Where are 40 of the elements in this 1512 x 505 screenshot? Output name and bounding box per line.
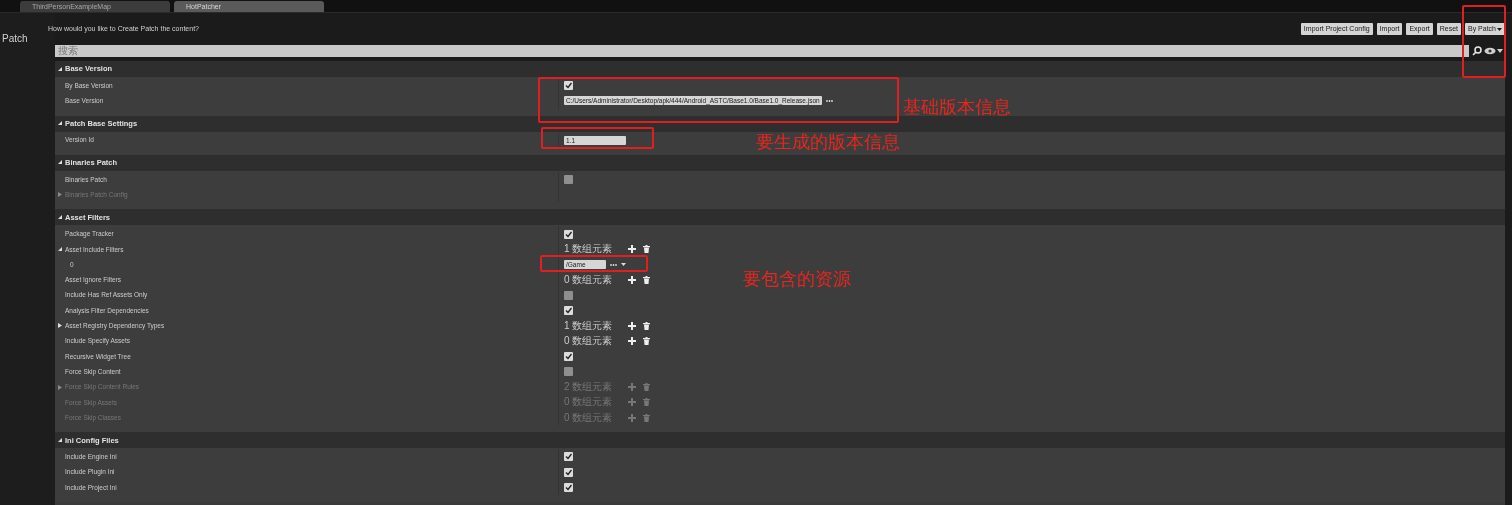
checkbox[interactable] (564, 81, 573, 91)
caret-icon[interactable] (1497, 27, 1502, 31)
browse-button[interactable] (825, 98, 833, 103)
checkbox[interactable] (564, 352, 573, 361)
checkbox[interactable] (564, 467, 573, 477)
panel-title: Patch (2, 33, 28, 44)
expanded-arrow-icon[interactable] (58, 160, 63, 166)
search-field[interactable]: 搜索 (55, 45, 1469, 57)
caret-icon[interactable] (621, 263, 626, 267)
caret-icon[interactable] (1497, 49, 1503, 53)
annotation-note: 要包含的资源 (743, 268, 851, 290)
add-icon[interactable] (628, 337, 636, 346)
element-count: 1 数组元素 (564, 243, 614, 256)
expanded-arrow-icon[interactable] (58, 215, 63, 220)
checkbox[interactable] (564, 229, 573, 239)
expanded-arrow-icon[interactable] (58, 66, 63, 72)
annotation-note: 要生成的版本信息 (756, 131, 900, 153)
trash-icon[interactable] (643, 321, 650, 330)
expanded-arrow-icon[interactable] (58, 437, 63, 443)
checkbox[interactable] (564, 175, 573, 185)
checkbox[interactable] (564, 367, 573, 377)
element-count: 1 数组元素 (564, 319, 614, 332)
checkbox[interactable] (564, 306, 573, 316)
expanded-arrow-icon[interactable] (58, 121, 63, 127)
checkbox[interactable] (564, 290, 573, 300)
checkbox[interactable] (564, 452, 573, 462)
annotation-note: 基础版本信息 (903, 96, 1011, 118)
add-icon[interactable] (628, 245, 636, 254)
add-icon[interactable] (628, 321, 636, 330)
browse-button[interactable] (610, 262, 617, 267)
trash-icon[interactable] (643, 245, 650, 254)
element-count: 0 数组元素 (564, 335, 614, 348)
trash-icon[interactable] (643, 276, 650, 284)
add-icon[interactable] (628, 276, 636, 284)
collapsed-arrow-icon[interactable] (58, 323, 63, 329)
expanded-arrow-icon[interactable] (58, 246, 63, 252)
checkbox[interactable] (564, 483, 573, 493)
trash-icon[interactable] (643, 337, 650, 346)
search-icon[interactable] (1472, 46, 1482, 56)
element-count: 0 数组元素 (564, 274, 614, 286)
